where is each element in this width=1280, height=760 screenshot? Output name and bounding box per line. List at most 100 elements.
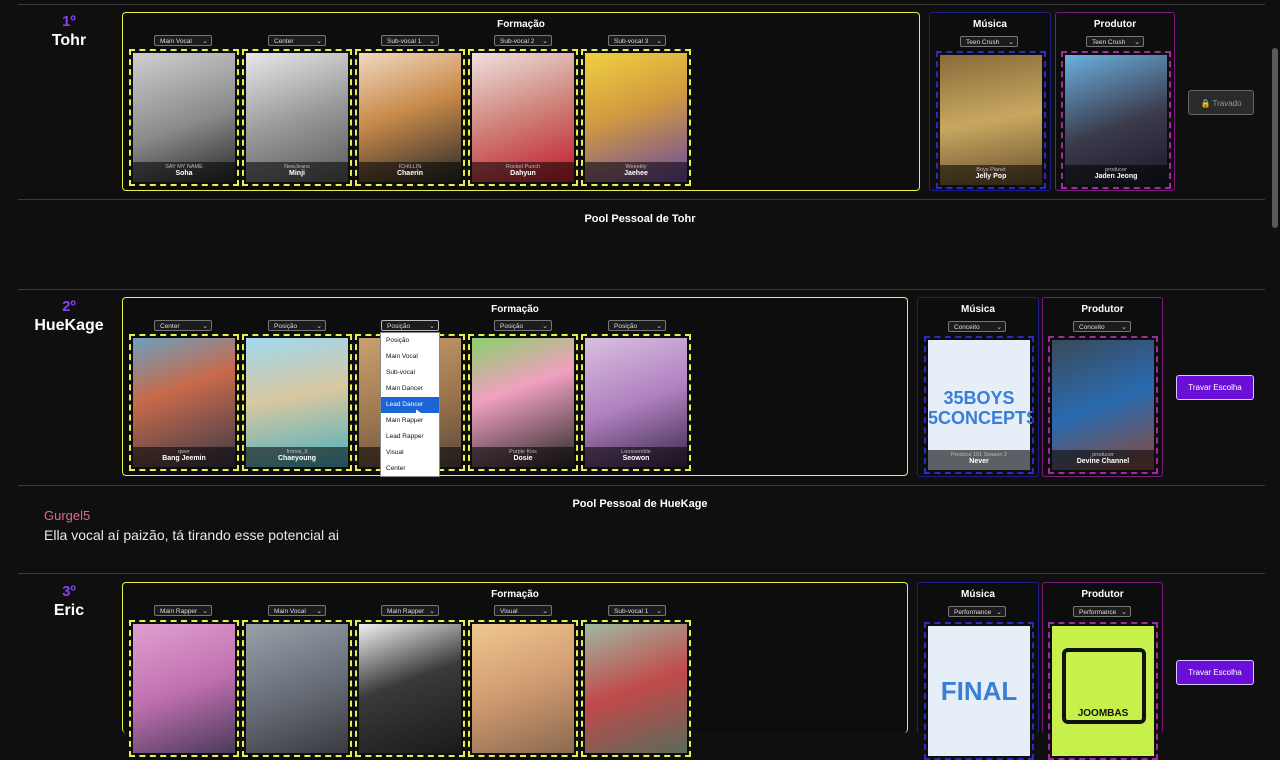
member-name: Jaehee <box>624 170 648 177</box>
position-select-open[interactable]: Posição ⌄ <box>381 320 439 331</box>
member-card[interactable] <box>129 620 239 757</box>
producer-card[interactable]: JOOMBAS <box>1048 622 1158 760</box>
dropdown-option[interactable]: Main Dancer <box>381 381 439 397</box>
dropdown-option[interactable]: Lead Rapper <box>381 429 439 445</box>
position-select[interactable]: Main Rapper ⌄ <box>154 605 212 616</box>
music-select[interactable]: Teen Crush ⌄ <box>960 36 1018 47</box>
music-title: Música <box>973 19 1007 30</box>
member-card[interactable]: Purple Kiss Dosie <box>468 334 578 471</box>
chevron-down-icon: ⌄ <box>542 608 548 615</box>
lock-choice-button[interactable]: Travar Escolha <box>1176 375 1254 400</box>
scrollbar-thumb[interactable] <box>1272 48 1278 228</box>
producer-card[interactable]: producer Devine Channel <box>1048 336 1158 474</box>
music-card[interactable]: FINAL <box>924 622 1034 760</box>
producer-panel: Produtor Conceito ⌄ producer Devine Chann… <box>1042 297 1163 477</box>
chevron-down-icon: ⌄ <box>656 608 662 615</box>
chevron-down-icon: ⌄ <box>1121 324 1127 331</box>
position-dropdown-list[interactable]: Posição Main Vocal Sub-vocal Main Dancer… <box>380 332 440 477</box>
dropdown-option[interactable]: Visual <box>381 445 439 461</box>
member-group: fromis_9 <box>286 449 308 455</box>
music-select[interactable]: Conceito ⌄ <box>948 321 1006 332</box>
position-select[interactable]: Posição ⌄ <box>608 320 666 331</box>
position-select[interactable]: Center ⌄ <box>268 35 326 46</box>
member-photo <box>246 624 348 753</box>
formation-title: Formação <box>491 589 539 600</box>
member-group: ICHILLIN <box>398 164 422 170</box>
member-card[interactable] <box>242 620 352 757</box>
music-card[interactable]: Boys Planet Jelly Pop <box>936 51 1046 189</box>
pool-title: Pool Pessoal de Tohr <box>584 213 696 225</box>
member-photo <box>133 624 235 753</box>
member-group: Rocket Punch <box>505 164 541 170</box>
position-select[interactable]: Main Vocal ⌄ <box>154 35 212 46</box>
music-title: Música <box>961 304 995 315</box>
music-panel: Música Conceito ⌄ 35BOYS 5CONCEPTS Produc… <box>917 297 1039 477</box>
member-card[interactable]: ICHILLIN Chaerin <box>355 49 465 186</box>
position-select[interactable]: Sub-vocal 3 ⌄ <box>608 35 666 46</box>
chevron-down-icon: ⌄ <box>316 323 322 330</box>
dropdown-option[interactable]: Posição <box>381 333 439 349</box>
player-rank-block: 2º HueKage <box>19 298 119 335</box>
member-card[interactable] <box>355 620 465 757</box>
member-group: Weeekly <box>625 164 647 170</box>
dropdown-option[interactable]: Center <box>381 461 439 477</box>
producer-art: JOOMBAS <box>1077 708 1129 719</box>
producer-card[interactable]: producer Jaden Jeong <box>1061 51 1171 189</box>
dropdown-option-highlighted[interactable]: Lead Dancer <box>381 397 439 413</box>
chevron-down-icon: ⌄ <box>656 323 662 330</box>
formation-panel: Formação Main Vocal ⌄ Center ⌄ Sub-vocal 1… <box>122 12 920 191</box>
producer-select[interactable]: Teen Crush ⌄ <box>1086 36 1144 47</box>
music-card[interactable]: 35BOYS 5CONCEPTS Produce 101 Season 2 Ne… <box>924 336 1034 474</box>
member-name: Dosie <box>513 455 533 462</box>
position-select[interactable]: Center ⌄ <box>154 320 212 331</box>
producer-title: Produtor <box>1081 589 1124 600</box>
member-photo <box>472 624 574 753</box>
producer-select[interactable]: Performance ⌄ <box>1073 606 1131 617</box>
member-card[interactable]: fromis_9 Chaeyoung <box>242 334 352 471</box>
music-panel: Música Performance ⌄ FINAL <box>917 582 1039 760</box>
dropdown-option[interactable]: Main Rapper <box>381 413 439 429</box>
member-card[interactable]: qwer Bang Jeemin <box>129 334 239 471</box>
chevron-down-icon: ⌄ <box>542 38 548 45</box>
position-select[interactable]: Sub-vocal 1 ⌄ <box>608 605 666 616</box>
position-select[interactable]: Main Rapper ⌄ <box>381 605 439 616</box>
music-select[interactable]: Performance ⌄ <box>948 606 1006 617</box>
chat-username: Gurgel5 <box>44 508 91 523</box>
member-card[interactable]: Rocket Punch Dahyun <box>468 49 578 186</box>
member-card[interactable] <box>581 620 691 757</box>
pool-title: Pool Pessoal de HueKage <box>572 498 708 510</box>
player-name: HueKage <box>34 317 104 334</box>
rank-number: 1º <box>62 13 76 30</box>
section-divider <box>18 485 1265 486</box>
formation-panel: Formação Center ⌄ Posição ⌄ Posição ⌄ Posiç… <box>122 297 908 476</box>
dropdown-option[interactable]: Sub-vocal <box>381 365 439 381</box>
chevron-down-icon: ⌄ <box>1121 609 1127 616</box>
scrollbar[interactable] <box>1272 48 1278 708</box>
chevron-down-icon: ⌄ <box>656 38 662 45</box>
member-card[interactable]: Weeekly Jaehee <box>581 49 691 186</box>
position-select[interactable]: Sub-vocal 2 ⌄ <box>494 35 552 46</box>
member-card[interactable]: SAY MY NAME Soha <box>129 49 239 186</box>
member-card[interactable] <box>468 620 578 757</box>
lock-choice-button[interactable]: Travar Escolha <box>1176 660 1254 685</box>
music-name: Jelly Pop <box>975 173 1007 180</box>
producer-panel: Produtor Teen Crush ⌄ producer Jaden Jeon… <box>1055 12 1175 191</box>
member-card[interactable]: Loossemble Seowon <box>581 334 691 471</box>
chevron-down-icon: ⌄ <box>202 608 208 615</box>
position-select[interactable]: Visual ⌄ <box>494 605 552 616</box>
lock-icon: 🔒 <box>1200 99 1211 108</box>
position-select[interactable]: Main Vocal ⌄ <box>268 605 326 616</box>
member-group: qwer <box>178 449 190 455</box>
locked-button[interactable]: 🔒 Travado <box>1188 90 1254 115</box>
formation-title: Formação <box>491 304 539 315</box>
player-name: Tohr <box>51 32 87 49</box>
chevron-down-icon: ⌄ <box>1134 39 1140 46</box>
member-name: Chaeyoung <box>277 455 317 462</box>
dropdown-option[interactable]: Main Vocal <box>381 349 439 365</box>
position-select[interactable]: Posição ⌄ <box>268 320 326 331</box>
producer-name: Jaden Jeong <box>1094 173 1138 180</box>
position-select[interactable]: Posição ⌄ <box>494 320 552 331</box>
member-card[interactable]: NewJeans Minji <box>242 49 352 186</box>
producer-select[interactable]: Conceito ⌄ <box>1073 321 1131 332</box>
position-select[interactable]: Sub-vocal 1 ⌄ <box>381 35 439 46</box>
